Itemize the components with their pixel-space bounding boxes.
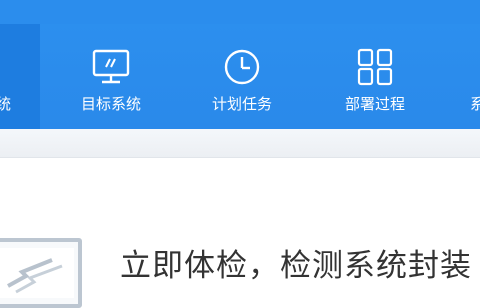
tab-system-right[interactable]: 系 <box>460 24 480 129</box>
tab-label: 统 <box>0 95 12 113</box>
main-toolbar: 统 目标系统 计划任务 部署过程 系 <box>0 24 480 129</box>
sub-bar <box>0 129 480 158</box>
checkup-headline: 立即体检，检测系统封装 <box>120 248 472 284</box>
tab-system[interactable]: 统 <box>0 24 40 129</box>
tab-target-system[interactable]: 目标系统 <box>66 24 156 129</box>
grid-icon <box>353 46 397 90</box>
tab-label: 系 <box>470 95 480 113</box>
tab-deployment-process[interactable]: 部署过程 <box>330 24 420 129</box>
tab-label: 计划任务 <box>211 95 272 113</box>
monitor-icon <box>89 46 133 90</box>
tab-label: 部署过程 <box>344 95 405 113</box>
clock-icon <box>220 46 264 90</box>
tab-scheduled-tasks[interactable]: 计划任务 <box>197 24 287 129</box>
checkup-monitor-image <box>0 238 82 308</box>
tab-label: 目标系统 <box>80 95 141 113</box>
title-bar <box>0 0 480 24</box>
